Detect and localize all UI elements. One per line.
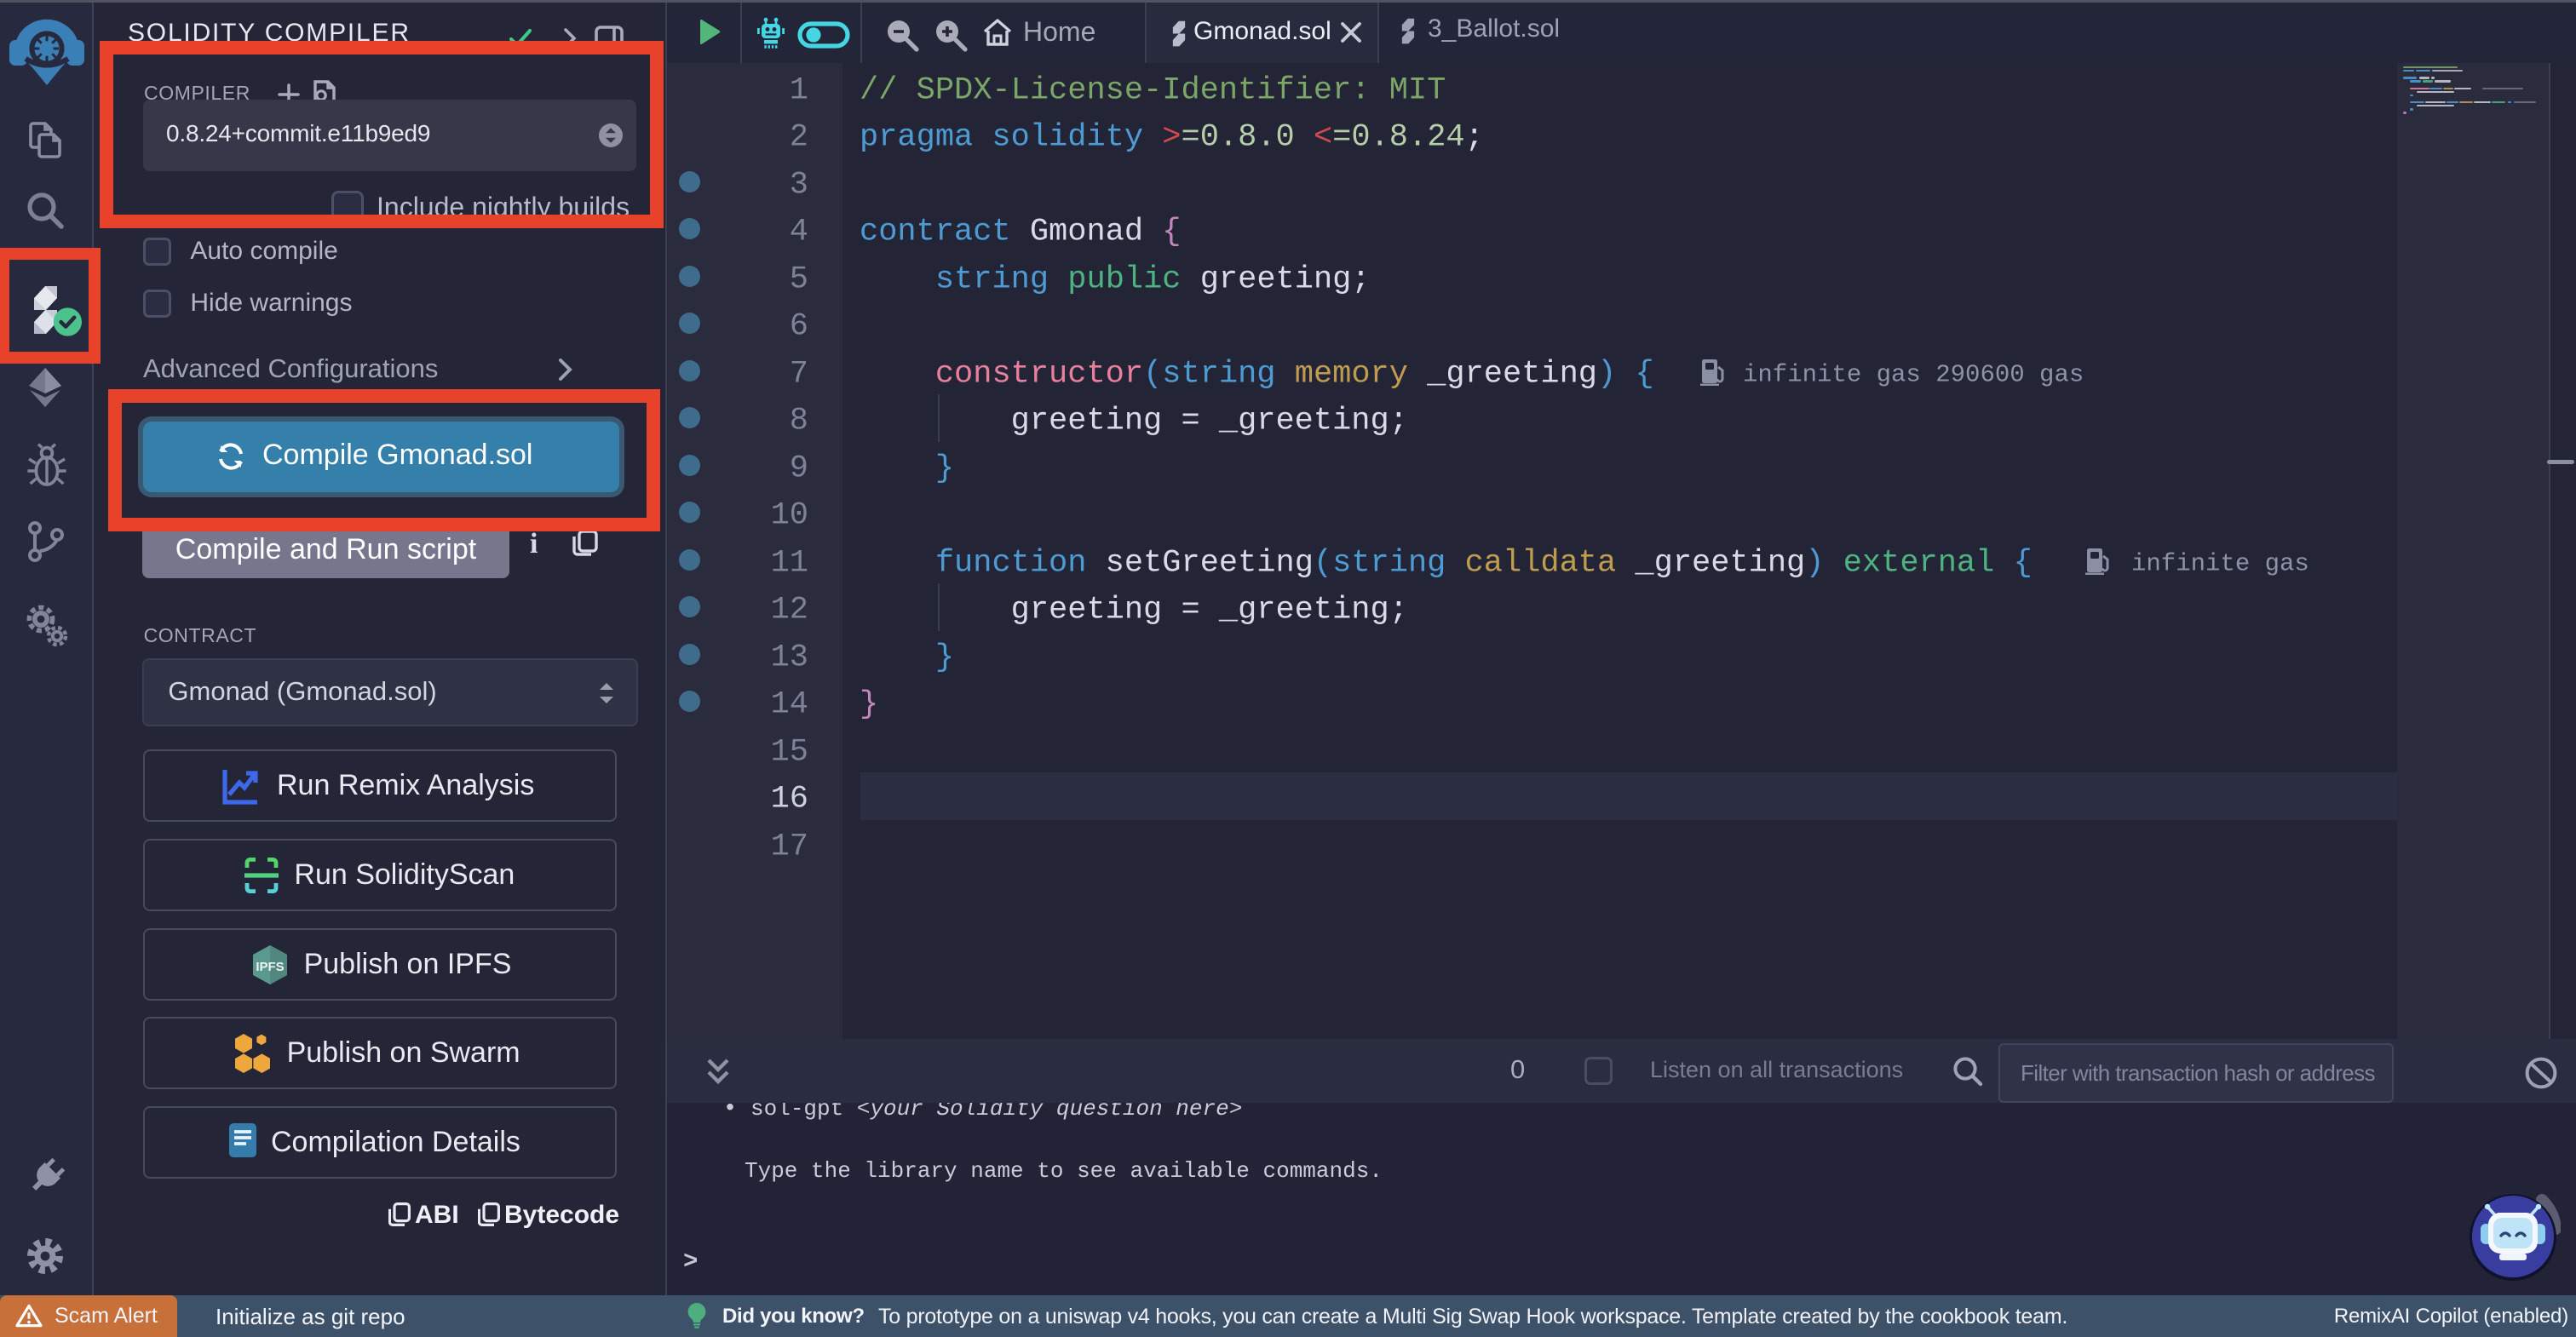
svg-text:IPFS: IPFS [256, 960, 284, 974]
